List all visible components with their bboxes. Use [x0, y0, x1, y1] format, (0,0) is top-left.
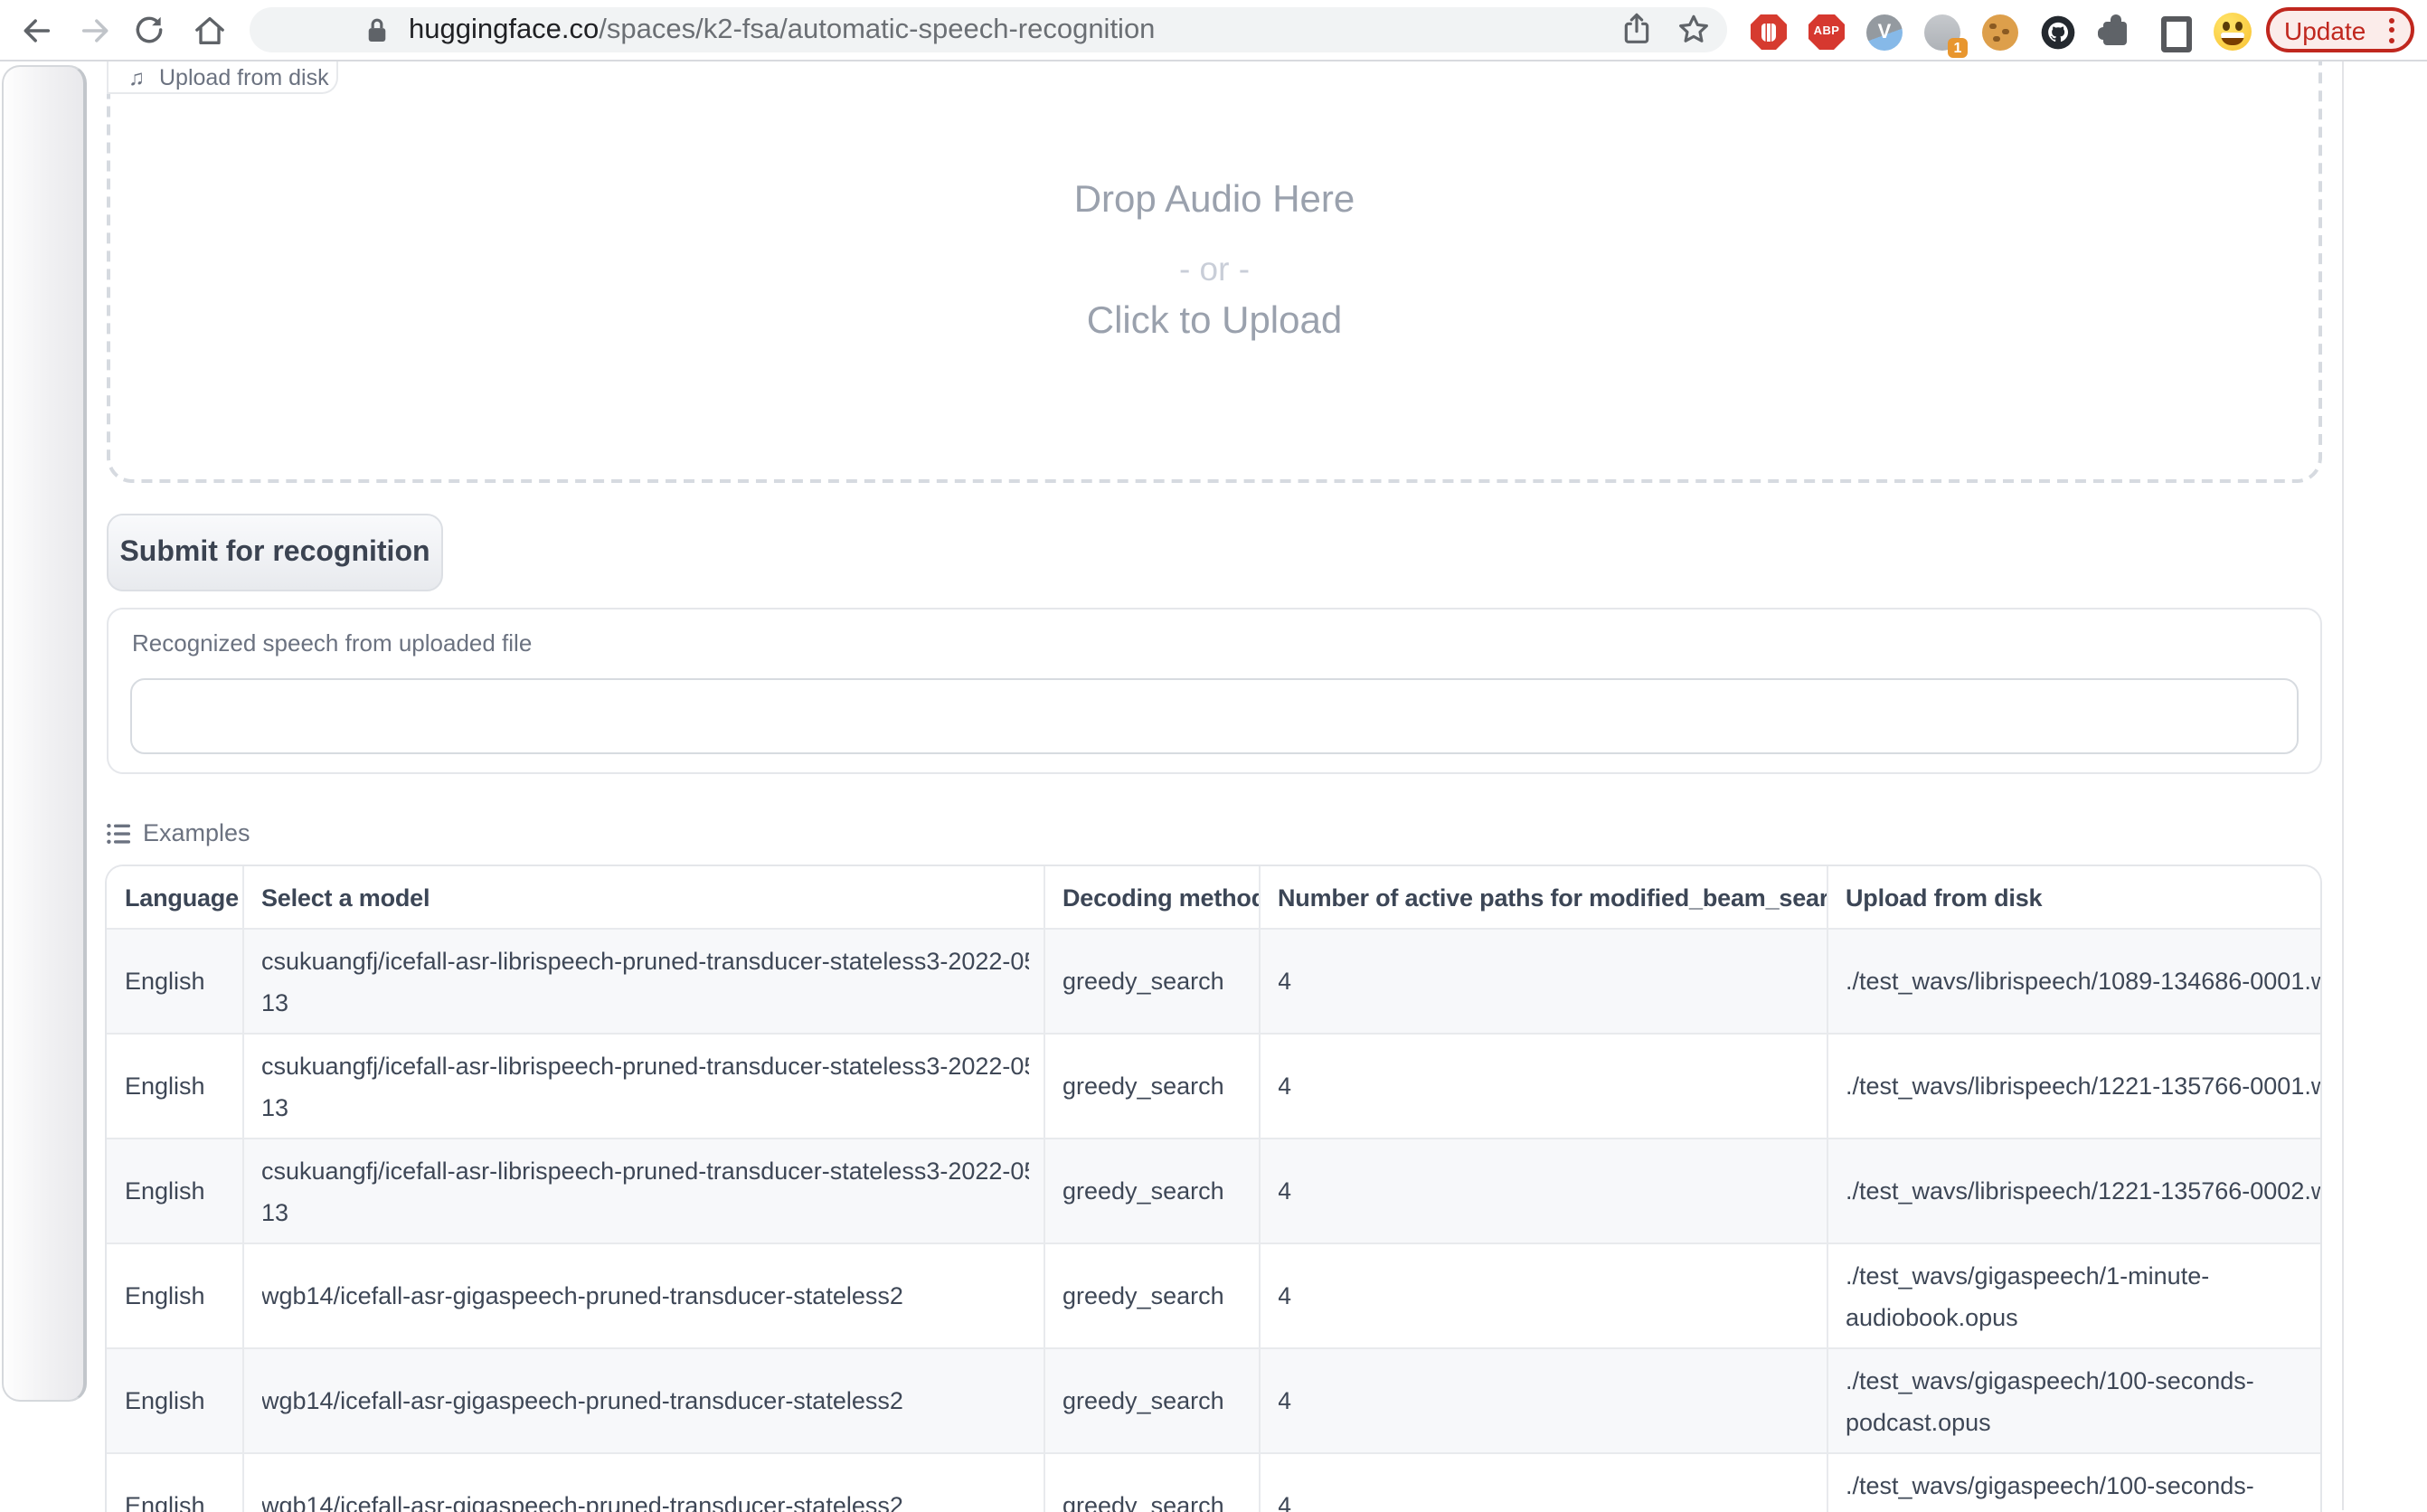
extensions-menu-icon[interactable] — [2098, 14, 2134, 50]
column-header: Upload from disk — [1827, 866, 2322, 929]
examples-table-body: Englishcsukuangfj/icefall-asr-librispeec… — [107, 929, 2322, 1512]
table-cell[interactable]: wgb14/icefall-asr-gigaspeech-pruned-tran… — [242, 1348, 1044, 1453]
column-header: Number of active paths for modified_beam… — [1259, 866, 1827, 929]
examples-label: Examples — [143, 819, 250, 846]
table-cell[interactable]: 4 — [1259, 1348, 1827, 1453]
ublock-extension-icon[interactable] — [1751, 14, 1787, 50]
table-cell[interactable]: English — [107, 929, 242, 1034]
table-row[interactable]: Englishwgb14/icefall-asr-gigaspeech-prun… — [107, 1348, 2322, 1453]
table-cell[interactable]: ./test_wavs/gigaspeech/100-seconds- podc… — [1827, 1348, 2322, 1453]
tab-upload-from-disk[interactable]: ♫ Upload from disk — [107, 61, 338, 94]
reload-icon — [132, 13, 166, 47]
music-note-icon: ♫ — [128, 66, 145, 88]
list-icon — [107, 822, 130, 844]
table-cell[interactable]: English — [107, 1034, 242, 1139]
profile-avatar-icon[interactable]: 1 — [1924, 14, 1960, 50]
browser-window: huggingface.co/spaces/k2-fsa/automatic-s… — [0, 0, 2427, 1510]
table-cell[interactable]: 4 — [1259, 1034, 1827, 1139]
audio-dropzone[interactable]: Drop Audio Here - or - Click to Upload — [107, 61, 2322, 483]
home-button[interactable] — [190, 11, 228, 49]
star-icon — [1675, 11, 1713, 49]
table-cell[interactable]: wgb14/icefall-asr-gigaspeech-pruned-tran… — [242, 1243, 1044, 1348]
url-text: huggingface.co/spaces/k2-fsa/automatic-s… — [409, 7, 1155, 52]
table-cell[interactable]: ./test_wavs/librispeech/1089-134686-0001… — [1827, 929, 2322, 1034]
adblock-plus-extension-icon[interactable]: ABP — [1808, 14, 1845, 50]
table-cell[interactable]: greedy_search — [1044, 1348, 1259, 1453]
reload-button[interactable] — [130, 11, 168, 49]
examples-header: Examples — [107, 819, 250, 846]
table-row[interactable]: Englishcsukuangfj/icefall-asr-librispeec… — [107, 1034, 2322, 1139]
table-row[interactable]: Englishcsukuangfj/icefall-asr-librispeec… — [107, 929, 2322, 1034]
dropzone-text-line3: Click to Upload — [110, 300, 2318, 344]
back-button[interactable] — [16, 11, 54, 49]
recognized-speech-textbox[interactable] — [130, 678, 2299, 754]
left-side-panel — [2, 65, 87, 1402]
column-header: Decoding method — [1044, 866, 1259, 929]
table-cell[interactable]: ./test_wavs/gigaspeech/1-minute- audiobo… — [1827, 1243, 2322, 1348]
table-cell[interactable]: csukuangfj/icefall-asr-librispeech-prune… — [242, 1139, 1044, 1243]
share-icon — [1619, 11, 1655, 49]
table-row[interactable]: Englishwgb14/icefall-asr-gigaspeech-prun… — [107, 1453, 2322, 1512]
forward-icon — [77, 12, 113, 48]
extensions-row: ABP V 1 — [1751, 13, 2252, 51]
kebab-menu-icon[interactable] — [2389, 17, 2394, 43]
column-header: Select a model — [242, 866, 1044, 929]
examples-table: LanguageSelect a modelDecoding methodNum… — [105, 865, 2322, 1512]
table-cell[interactable]: English — [107, 1453, 242, 1512]
table-cell[interactable]: csukuangfj/icefall-asr-librispeech-prune… — [242, 1034, 1044, 1139]
url-path: /spaces/k2-fsa/automatic-speech-recognit… — [599, 14, 1155, 45]
update-label: Update — [2284, 15, 2366, 44]
table-cell[interactable]: 4 — [1259, 1243, 1827, 1348]
back-icon — [17, 12, 53, 48]
table-cell[interactable]: csukuangfj/icefall-asr-librispeech-prune… — [242, 929, 1044, 1034]
column-header: Language — [107, 866, 242, 929]
table-cell[interactable]: greedy_search — [1044, 1034, 1259, 1139]
table-cell[interactable]: ./test_wavs/librispeech/1221-135766-0002… — [1827, 1139, 2322, 1243]
url-domain: huggingface.co — [409, 14, 599, 45]
upload-tab-label: Upload from disk — [159, 64, 329, 90]
vimium-extension-icon[interactable]: V — [1866, 14, 1903, 50]
recognized-speech-label: Recognized speech from uploaded file — [132, 629, 532, 657]
dropzone-text-line2: - or - — [110, 250, 2318, 289]
content-right-border — [2342, 61, 2344, 1510]
page-content: Drop Audio Here - or - Click to Upload ♫… — [0, 61, 2427, 1510]
table-cell[interactable]: English — [107, 1243, 242, 1348]
table-cell[interactable]: greedy_search — [1044, 1453, 1259, 1512]
table-cell[interactable]: greedy_search — [1044, 929, 1259, 1034]
table-cell[interactable]: greedy_search — [1044, 1243, 1259, 1348]
table-cell[interactable]: wgb14/icefall-asr-gigaspeech-pruned-tran… — [242, 1453, 1044, 1512]
forward-button[interactable] — [76, 11, 114, 49]
submit-button[interactable]: Submit for recognition — [107, 514, 443, 591]
smiley-extension-icon[interactable] — [2214, 13, 2252, 51]
home-icon — [191, 12, 227, 48]
browser-toolbar: huggingface.co/spaces/k2-fsa/automatic-s… — [0, 0, 2427, 60]
lock-icon — [365, 16, 389, 43]
table-cell[interactable]: 4 — [1259, 929, 1827, 1034]
table-cell[interactable]: 4 — [1259, 1139, 1827, 1243]
github-extension-icon[interactable] — [2040, 14, 2076, 50]
table-cell[interactable]: greedy_search — [1044, 1139, 1259, 1243]
share-button[interactable] — [1619, 11, 1655, 49]
examples-table-header-row: LanguageSelect a modelDecoding methodNum… — [107, 866, 2322, 929]
table-cell[interactable]: ./test_wavs/librispeech/1221-135766-0001… — [1827, 1034, 2322, 1139]
table-cell[interactable]: English — [107, 1139, 242, 1243]
cookie-extension-icon[interactable] — [1982, 14, 2018, 50]
dropzone-text-line1: Drop Audio Here — [110, 179, 2318, 222]
chrome-update-button[interactable]: Update — [2266, 7, 2414, 52]
table-row[interactable]: Englishwgb14/icefall-asr-gigaspeech-prun… — [107, 1243, 2322, 1348]
notification-badge: 1 — [1948, 37, 1968, 57]
table-cell[interactable]: ./test_wavs/gigaspeech/100-seconds- podc… — [1827, 1453, 2322, 1512]
table-cell[interactable]: 4 — [1259, 1453, 1827, 1512]
table-row[interactable]: Englishcsukuangfj/icefall-asr-librispeec… — [107, 1139, 2322, 1243]
bookmark-button[interactable] — [1675, 11, 1713, 49]
recognized-speech-panel: Recognized speech from uploaded file — [107, 608, 2322, 774]
table-cell[interactable]: English — [107, 1348, 242, 1453]
address-bar[interactable]: huggingface.co/spaces/k2-fsa/automatic-s… — [250, 7, 1727, 52]
split-window-icon[interactable] — [2156, 14, 2192, 50]
